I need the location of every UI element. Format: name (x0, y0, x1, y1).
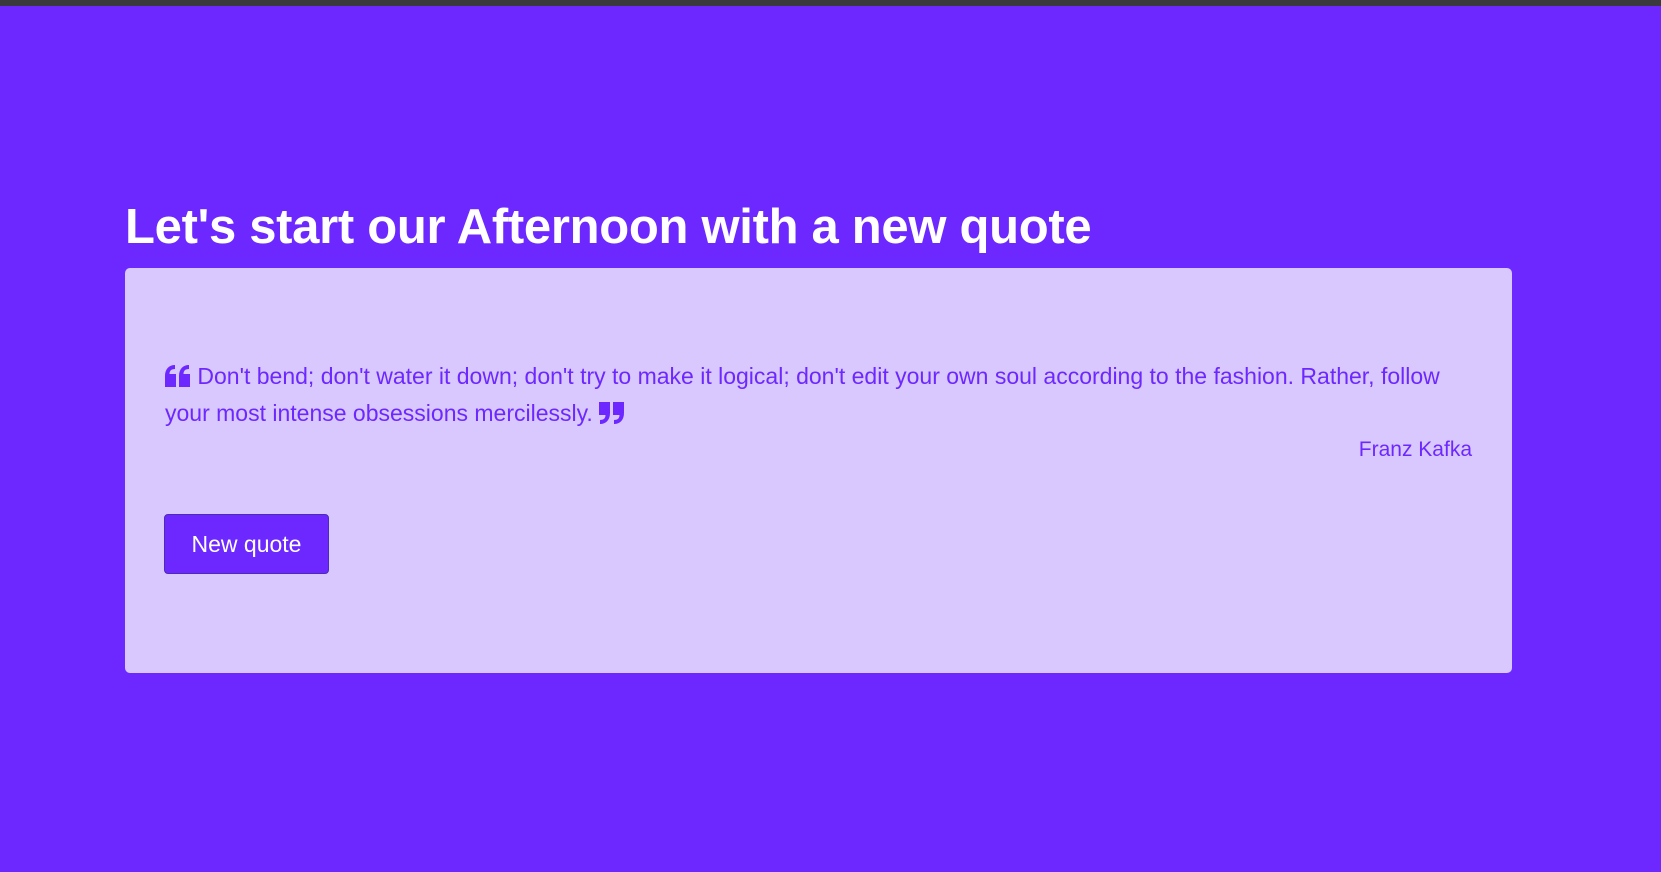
quote-container: Let's start our Afternoon with a new quo… (125, 196, 1512, 673)
browser-top-strip (0, 0, 1661, 6)
quote-card: Don't bend; don't water it down; don't t… (125, 268, 1512, 673)
quote-author: Franz Kafka (1358, 438, 1472, 461)
new-quote-button[interactable]: New quote (164, 514, 329, 574)
page-title: Let's start our Afternoon with a new quo… (125, 200, 1092, 254)
quote-block: Don't bend; don't water it down; don't t… (165, 358, 1472, 432)
quote-text: Don't bend; don't water it down; don't t… (165, 363, 1440, 426)
quote-right-icon (599, 402, 625, 424)
quote-left-icon (165, 365, 191, 387)
